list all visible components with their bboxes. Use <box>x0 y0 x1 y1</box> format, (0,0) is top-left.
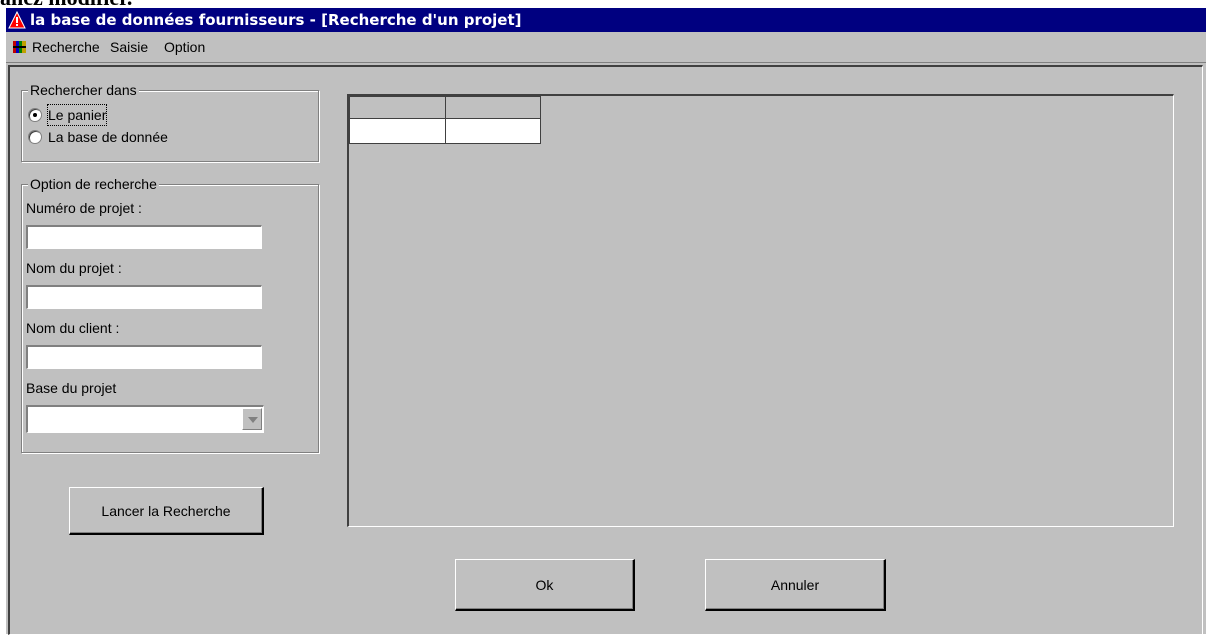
grid-cell[interactable] <box>445 118 541 144</box>
project-name-input[interactable] <box>26 285 262 309</box>
client-name-label: Nom du client : <box>26 320 120 336</box>
radio-selected-dot <box>33 113 37 117</box>
project-base-label: Base du projet <box>26 380 117 396</box>
title-bar: la base de données fournisseurs - [Reche… <box>6 8 1206 32</box>
table-row[interactable] <box>349 118 541 144</box>
project-number-input[interactable] <box>26 225 262 249</box>
app-window: la base de données fournisseurs - [Reche… <box>6 8 1206 635</box>
client-area: Rechercher dans Le panier La base de don… <box>8 65 1203 635</box>
grid-cell[interactable] <box>349 118 446 144</box>
ok-button[interactable]: Ok <box>455 559 635 611</box>
cancel-button[interactable]: Annuler <box>705 559 886 611</box>
radio-label: La base de donnée <box>48 129 168 145</box>
search-options-group: Option de recherche Numéro de projet : N… <box>21 176 319 453</box>
grid-header-row <box>349 96 541 119</box>
dropdown-button[interactable] <box>242 408 262 430</box>
search-options-title: Option de recherche <box>28 176 159 192</box>
menu-bar: Recherche Saisie Option <box>6 32 1206 63</box>
radio-button[interactable] <box>28 130 42 144</box>
menu-item-saisie[interactable]: Saisie <box>108 32 150 62</box>
project-name-label: Nom du projet : <box>26 260 122 276</box>
search-in-title: Rechercher dans <box>28 82 139 98</box>
grid-header-cell[interactable] <box>445 96 541 119</box>
client-name-input[interactable] <box>26 345 262 369</box>
radio-button[interactable] <box>28 108 42 122</box>
search-in-group: Rechercher dans Le panier La base de don… <box>21 82 319 162</box>
grid-header-cell[interactable] <box>349 96 446 119</box>
results-grid-panel <box>347 94 1174 527</box>
radio-label: Le panier <box>46 104 108 126</box>
window-title: la base de données fournisseurs - [Reche… <box>30 11 522 29</box>
books-icon <box>13 41 26 53</box>
project-number-label: Numéro de projet : <box>26 200 142 216</box>
chevron-down-icon <box>248 417 258 423</box>
app-warning-triangle-icon <box>8 11 26 29</box>
results-grid[interactable] <box>349 96 541 144</box>
launch-search-button[interactable]: Lancer la Recherche <box>69 487 264 535</box>
menu-item-option[interactable]: Option <box>162 32 207 62</box>
project-base-select[interactable] <box>26 405 264 433</box>
menu-item-recherche[interactable]: Recherche <box>30 32 102 62</box>
